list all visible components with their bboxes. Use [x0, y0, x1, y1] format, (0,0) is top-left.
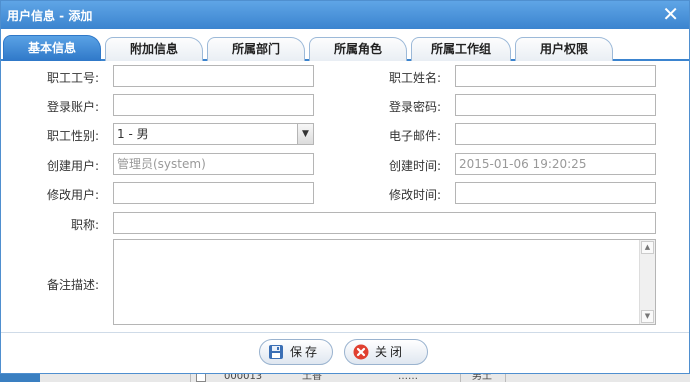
remarks-label: 备注描述:	[46, 278, 99, 292]
gender-selected-value: 1 - 男	[117, 127, 149, 141]
remarks-textarea[interactable]: ▲ ▼	[113, 239, 656, 325]
dialog-titlebar[interactable]: 用户信息 - 添加 ✕	[1, 1, 689, 29]
save-button-label: 保存	[290, 345, 321, 359]
creator-input: 管理员(system)	[113, 153, 314, 175]
tab-workgroup[interactable]: 所属工作组	[411, 37, 511, 61]
creator-label: 创建用户:	[46, 159, 99, 173]
footer-divider	[1, 332, 689, 333]
tab-roles[interactable]: 所属角色	[309, 37, 407, 61]
employee-no-input[interactable]	[113, 65, 314, 87]
close-button[interactable]: 关闭	[344, 339, 428, 365]
dialog-title: 用户信息 - 添加	[7, 9, 93, 23]
login-account-label: 登录账户:	[46, 100, 99, 114]
save-disk-icon	[269, 345, 283, 359]
job-title-input[interactable]	[113, 212, 656, 234]
created-time-label: 创建时间:	[388, 159, 441, 173]
modified-time-input[interactable]	[455, 182, 656, 204]
gender-select[interactable]: 1 - 男 ▼	[113, 123, 314, 145]
employee-name-label: 职工姓名:	[388, 71, 441, 85]
tab-additional-info[interactable]: 附加信息	[105, 37, 203, 61]
created-time-input: 2015-01-06 19:20:25	[455, 153, 656, 175]
remarks-scrollbar[interactable]: ▲ ▼	[639, 240, 655, 324]
login-account-input[interactable]	[113, 94, 314, 116]
tab-basic-info[interactable]: 基本信息	[3, 35, 101, 61]
email-label: 电子邮件:	[388, 129, 441, 143]
row-checkbox[interactable]	[196, 373, 206, 382]
scroll-down-icon[interactable]: ▼	[641, 310, 654, 323]
login-password-label: 登录密码:	[388, 100, 441, 114]
tab-permissions[interactable]: 用户权限	[515, 37, 613, 61]
job-title-label: 职称:	[70, 218, 99, 232]
modifier-input[interactable]	[113, 182, 314, 204]
modified-time-label: 修改时间:	[388, 188, 441, 202]
login-password-input[interactable]	[455, 94, 656, 116]
user-info-dialog: 用户信息 - 添加 ✕ 基本信息 附加信息 所属部门 所属角色 所属工作组 用户…	[0, 0, 690, 374]
email-input[interactable]	[455, 123, 656, 145]
gender-label: 职工性别:	[46, 129, 99, 143]
chevron-down-icon[interactable]: ▼	[297, 124, 313, 144]
save-button[interactable]: 保存	[259, 339, 333, 365]
employee-no-label: 职工工号:	[46, 71, 99, 85]
scroll-up-icon[interactable]: ▲	[641, 241, 654, 254]
close-button-label: 关闭	[375, 345, 406, 359]
tab-bar: 基本信息 附加信息 所属部门 所属角色 所属工作组 用户权限	[1, 29, 689, 61]
modifier-label: 修改用户:	[46, 188, 99, 202]
employee-name-input[interactable]	[455, 65, 656, 87]
tab-department[interactable]: 所属部门	[207, 37, 305, 61]
close-icon[interactable]: ✕	[662, 3, 679, 25]
cancel-icon	[353, 344, 369, 360]
